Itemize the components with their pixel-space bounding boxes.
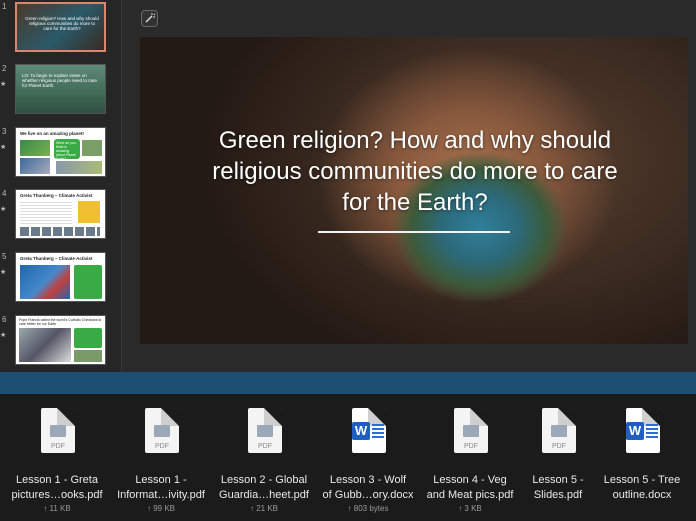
thumbnail-title: LO: To begin to explain views on whether… (22, 73, 98, 88)
thumbnail-image (19, 328, 71, 362)
attachment-name: Lesson 3 - Wolf of Gubb…ory.docx (322, 474, 414, 501)
attachment-lesson1-information[interactable]: PDF Lesson 1 - Informat…ivity.pdf ↑ 99 KB (109, 394, 213, 521)
attachment-size: ↑ 11 KB (43, 504, 71, 513)
thumbnail-title: Green religion? How and why should relig… (25, 16, 99, 31)
pdf-file-icon: PDF (248, 408, 282, 453)
slide-number: 3 (2, 127, 7, 136)
thumbnail-image (82, 140, 102, 156)
thumbnail-image-strip (20, 227, 100, 236)
star-icon: ★ (0, 269, 7, 276)
star-icon: ★ (0, 332, 7, 339)
thumbnail-title: Greta Thunberg – Climate Activist (20, 256, 93, 261)
pdf-file-icon: PDF (41, 408, 75, 453)
thumbnail-image (56, 161, 102, 174)
thumbnail-image (20, 158, 50, 174)
title-underline (318, 231, 510, 233)
attachment-name: Lesson 5 - Tree outline.docx (603, 474, 681, 501)
slide-thumbnail-1[interactable]: Green religion? How and why should relig… (15, 2, 106, 52)
attachment-lesson1-greta[interactable]: PDF Lesson 1 - Greta pictures…ooks.pdf ↑ … (5, 394, 109, 521)
attachment-size: ↑ 803 bytes (347, 504, 389, 513)
pdf-file-icon: PDF (542, 408, 576, 453)
attachment-lesson5-tree[interactable]: W Lesson 5 - Tree outline.docx (590, 394, 694, 521)
thumbnail-image (74, 350, 102, 362)
star-icon: ★ (0, 81, 7, 88)
attachment-lesson3-wolf[interactable]: W Lesson 3 - Wolf of Gubb…ory.docx ↑ 803 … (316, 394, 420, 521)
attachment-size: ↑ 99 KB (146, 504, 175, 513)
star-icon: ★ (0, 206, 7, 213)
thumbnail-callout: What do you think is amazing about Plane… (54, 139, 80, 161)
slide-thumbnail-4[interactable]: Greta Thunberg – Climate Activist (15, 189, 106, 239)
slide-number: 6 (2, 315, 7, 324)
thumbnail-callout (74, 328, 102, 348)
word-file-icon: W (352, 408, 386, 453)
slide-number: 5 (2, 252, 7, 261)
thumbnail-title: Pope Francis called the world's Catholic… (19, 318, 102, 326)
thumbnail-image (20, 265, 70, 299)
attachment-size: ↑ 21 KB (249, 504, 278, 513)
slide-thumbnail-3[interactable]: We live on an amazing planet! What do yo… (15, 127, 106, 177)
thumbnail-text-block (20, 202, 72, 224)
attachment-name: Lesson 1 - Greta pictures…ooks.pdf (11, 474, 103, 501)
attachments-divider (0, 372, 696, 394)
current-slide[interactable]: Green religion? How and why should relig… (140, 37, 688, 344)
attachment-lesson2-global[interactable]: PDF Lesson 2 - Global Guardia…heet.pdf ↑ … (212, 394, 316, 521)
slide-number: 1 (2, 2, 7, 11)
slide-thumbnail-6[interactable]: Pope Francis called the world's Catholic… (15, 315, 106, 365)
slide-thumbnail-panel: 1 Green religion? How and why should rel… (0, 0, 122, 372)
thumbnail-callout (74, 265, 102, 299)
word-file-icon: W (626, 408, 660, 453)
slide-number: 2 (2, 64, 7, 73)
slide-thumbnail-5[interactable]: Greta Thunberg – Climate Activist (15, 252, 106, 302)
callout-text: What do you think is amazing about Plane… (56, 141, 76, 161)
thumbnail-title: We live on an amazing planet! (20, 131, 84, 136)
pdf-file-icon: PDF (145, 408, 179, 453)
attachment-name: Lesson 2 - Global Guardia…heet.pdf (219, 474, 309, 501)
attachments-bar: PDF Lesson 1 - Greta pictures…ooks.pdf ↑ … (0, 394, 696, 521)
thumbnail-title: Greta Thunberg – Climate Activist (20, 193, 93, 198)
attachment-name: Lesson 1 - Informat…ivity.pdf (117, 474, 205, 501)
slide-thumbnail-2[interactable]: LO: To begin to explain views on whether… (15, 64, 106, 114)
thumbnail-image (20, 140, 50, 156)
slide-title[interactable]: Green religion? How and why should relig… (210, 125, 620, 218)
slide-number: 4 (2, 189, 7, 198)
thumbnail-image (78, 201, 100, 223)
magic-wand-icon[interactable] (141, 10, 158, 27)
star-icon: ★ (0, 144, 7, 151)
pdf-file-icon: PDF (454, 408, 488, 453)
